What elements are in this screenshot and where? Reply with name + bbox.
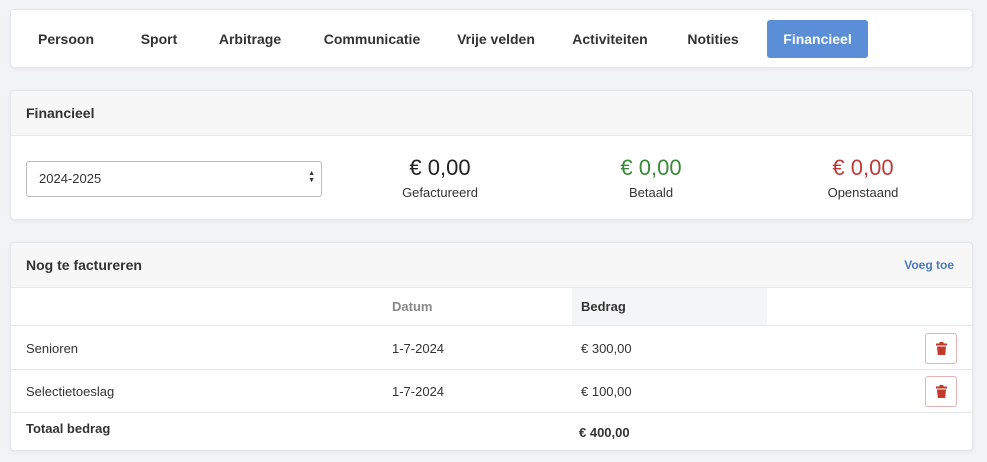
- trash-icon: [936, 385, 947, 398]
- season-select[interactable]: 2024-2025 ▲ ▼: [26, 161, 322, 197]
- outstanding-amount: € 0,00: [832, 155, 894, 180]
- table-header-row: Datum Bedrag: [11, 288, 972, 326]
- delete-button[interactable]: [925, 376, 957, 407]
- to-invoice-title-bar: Nog te factureren Voeg toe: [11, 243, 972, 288]
- row-amount: € 300,00: [581, 341, 632, 356]
- tab-financieel[interactable]: Financieel: [767, 19, 868, 58]
- invoiced-label: Gefactureerd: [402, 185, 478, 200]
- row-amount: € 100,00: [581, 384, 632, 399]
- row-date: 1-7-2024: [392, 341, 445, 356]
- paid-label: Betaald: [628, 185, 674, 200]
- to-invoice-title: Nog te factureren: [26, 257, 142, 273]
- stat-invoiced: € 0,00 Gefactureerd: [350, 155, 530, 200]
- season-select-value: 2024-2025: [39, 171, 102, 186]
- tab-notities[interactable]: Notities: [680, 20, 746, 58]
- invoiced-amount: € 0,00: [409, 155, 471, 180]
- stat-outstanding: € 0,00 Openstaand: [773, 155, 953, 200]
- tab-arbitrage[interactable]: Arbitrage: [210, 20, 290, 58]
- outstanding-label: Openstaand: [827, 185, 899, 200]
- tabs-card: Persoon Sport Arbitrage Communicatie Vri…: [10, 9, 973, 68]
- column-header-amount[interactable]: Bedrag: [572, 288, 767, 325]
- tab-persoon[interactable]: Persoon: [25, 20, 107, 58]
- stat-paid: € 0,00 Betaald: [561, 155, 741, 200]
- total-label: Totaal bedrag: [26, 421, 111, 436]
- tab-vrije-velden[interactable]: Vrije velden: [453, 20, 539, 58]
- row-name: Selectietoeslag: [26, 384, 115, 399]
- to-invoice-card: Nog te factureren Voeg toe Datum Bedrag …: [10, 242, 973, 451]
- financial-summary-card: Financieel 2024-2025 ▲ ▼ € 0,00 Gefacture…: [10, 90, 973, 220]
- table-row: Selectietoeslag 1-7-2024 € 100,00: [11, 370, 972, 413]
- row-name: Senioren: [26, 341, 79, 356]
- total-amount: € 400,00: [579, 425, 630, 440]
- tab-communicatie[interactable]: Communicatie: [313, 20, 431, 58]
- tab-bar: Persoon Sport Arbitrage Communicatie Vri…: [11, 10, 972, 67]
- paid-amount: € 0,00: [620, 155, 682, 180]
- financial-card-title: Financieel: [11, 91, 972, 136]
- add-button[interactable]: Voeg toe: [904, 243, 954, 287]
- row-date: 1-7-2024: [392, 384, 445, 399]
- column-header-date[interactable]: Datum: [392, 288, 432, 326]
- table-total-row: Totaal bedrag € 400,00: [11, 414, 972, 451]
- tab-sport[interactable]: Sport: [131, 20, 187, 58]
- tab-activiteiten[interactable]: Activiteiten: [562, 20, 658, 58]
- table-row: Senioren 1-7-2024 € 300,00: [11, 327, 972, 370]
- trash-icon: [936, 342, 947, 355]
- delete-button[interactable]: [925, 333, 957, 364]
